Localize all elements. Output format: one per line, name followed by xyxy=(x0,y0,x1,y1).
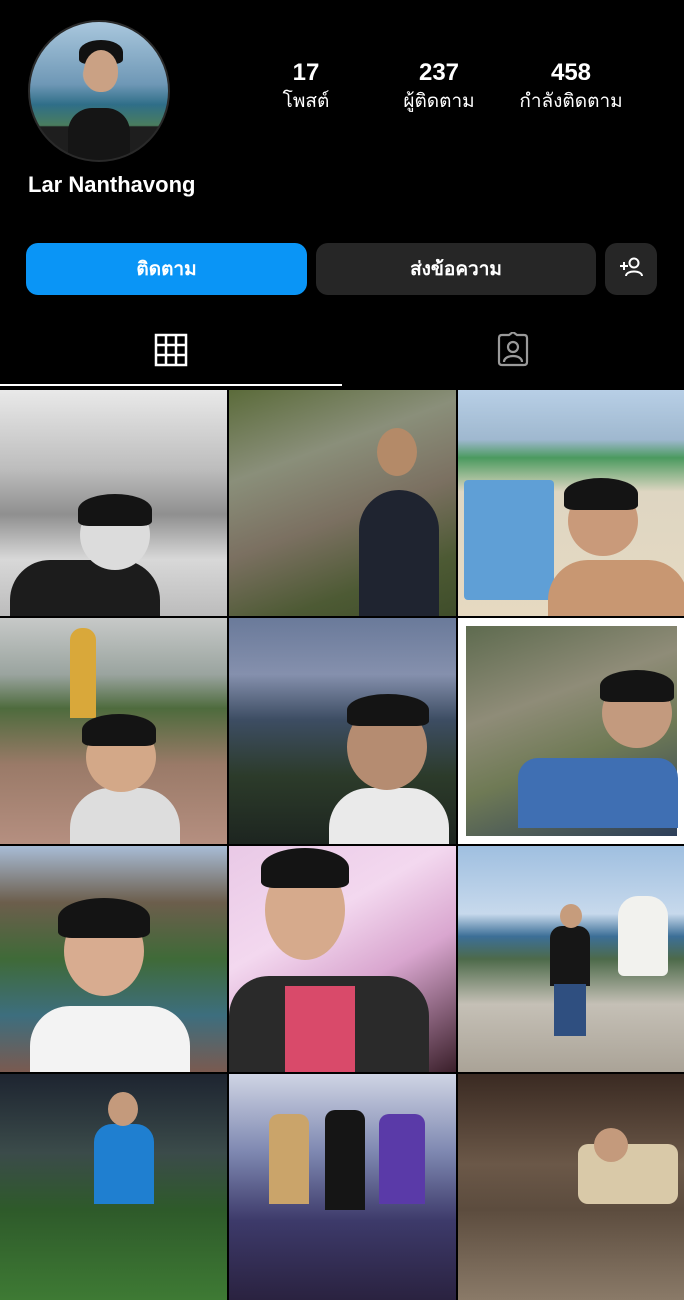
following-label: กำลังติดตาม xyxy=(519,90,623,112)
post-stage-performance[interactable] xyxy=(229,1074,456,1300)
posts-count: 17 xyxy=(292,59,320,86)
tagged-person-icon xyxy=(495,330,531,372)
profile-username: Lar Nanthavong xyxy=(28,172,196,197)
add-user-icon xyxy=(618,256,644,283)
post-pink-event[interactable] xyxy=(229,846,456,1072)
post-riverbank[interactable] xyxy=(458,618,684,844)
followers-count: 237 xyxy=(418,59,460,86)
post-river-view[interactable] xyxy=(229,618,456,844)
add-friend-button[interactable] xyxy=(605,243,657,295)
active-tab-indicator xyxy=(0,384,342,386)
profile-avatar[interactable] xyxy=(28,20,170,162)
post-golden-buddha[interactable] xyxy=(0,618,227,844)
post-coastal-lion-statue[interactable] xyxy=(458,846,684,1072)
stat-following[interactable]: 458 กำลังติดตาม xyxy=(501,58,641,114)
post-waterfall[interactable] xyxy=(229,390,456,616)
follow-button[interactable]: ติดตาม xyxy=(26,243,307,295)
tab-posts-grid[interactable] xyxy=(0,320,342,384)
followers-label: ผู้ติดตาม xyxy=(403,90,475,112)
posts-grid xyxy=(0,390,684,1300)
post-football-field[interactable] xyxy=(0,1074,227,1300)
posts-label: โพสต์ xyxy=(282,90,330,112)
post-beach-chairs[interactable] xyxy=(458,390,684,616)
message-button[interactable]: ส่งข้อความ xyxy=(316,243,596,295)
following-count: 458 xyxy=(550,59,592,86)
profile-tabs xyxy=(0,320,684,388)
stat-posts[interactable]: 17 โพสต์ xyxy=(236,58,376,114)
tab-tagged[interactable] xyxy=(342,320,684,384)
post-street-selfie-bw[interactable] xyxy=(0,390,227,616)
grid-icon xyxy=(154,333,188,371)
post-garden-selfie[interactable] xyxy=(0,846,227,1072)
post-field-bag[interactable] xyxy=(458,1074,684,1300)
stat-followers[interactable]: 237 ผู้ติดตาม xyxy=(369,58,509,114)
